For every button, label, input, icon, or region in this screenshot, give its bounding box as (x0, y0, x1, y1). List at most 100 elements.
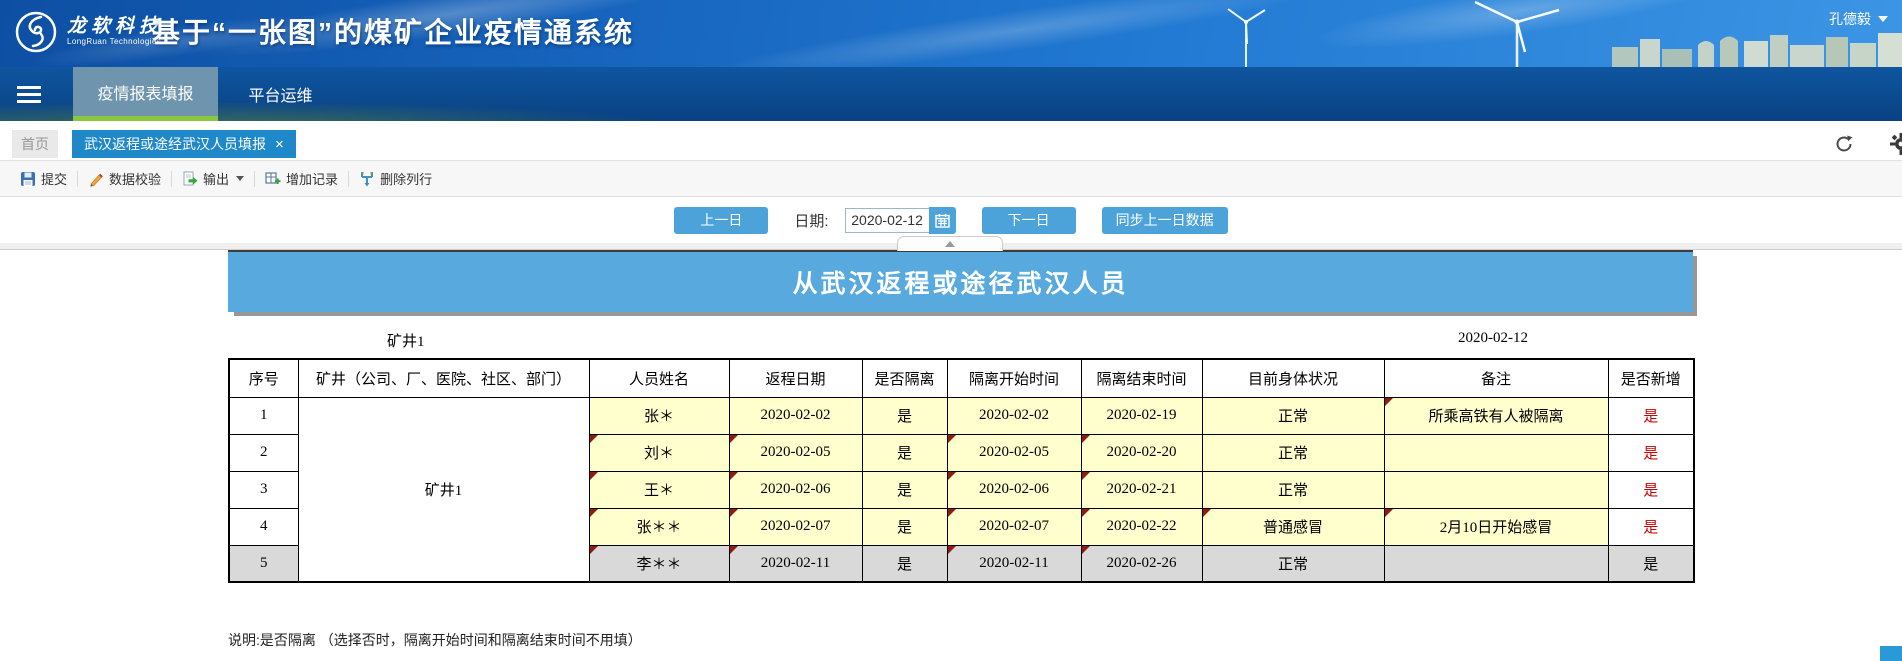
cell-isolation-end[interactable]: 2020-02-19 (1081, 397, 1202, 434)
cell-is-new[interactable]: 是 (1608, 434, 1694, 471)
cell-isolation-start[interactable]: 2020-02-02 (947, 397, 1081, 434)
cell-health-status[interactable]: 正常 (1202, 434, 1384, 471)
nav-tab-epidemic-report[interactable]: 疫情报表填报 (73, 67, 218, 121)
cell-health-status[interactable]: 正常 (1202, 397, 1384, 434)
close-icon[interactable]: × (275, 137, 284, 152)
tab-home[interactable]: 首页 (12, 130, 58, 158)
cell-is-new[interactable]: 是 (1608, 508, 1694, 545)
comment-marker (1385, 398, 1393, 406)
cell-remark[interactable]: 所乘高铁有人被隔离 (1384, 397, 1608, 434)
cell-return-date[interactable]: 2020-02-07 (729, 508, 862, 545)
cell-person-name[interactable]: 刘＊ (589, 434, 729, 471)
comment-marker (590, 435, 598, 443)
column-header: 是否隔离 (862, 359, 947, 397)
column-header: 人员姓名 (589, 359, 729, 397)
cell-seq[interactable]: 3 (229, 471, 298, 508)
column-header: 返程日期 (729, 359, 862, 397)
cell-health-status[interactable]: 正常 (1202, 545, 1384, 582)
export-icon (182, 171, 198, 187)
tab-label: 武汉返程或途经武汉人员填报 (84, 134, 266, 154)
menu-icon[interactable] (17, 86, 41, 103)
cell-isolation-end[interactable]: 2020-02-21 (1081, 471, 1202, 508)
dragon-logo-icon (14, 9, 58, 55)
column-header: 矿井（公司、厂、医院、社区、部门） (298, 359, 589, 397)
cell-person-name[interactable]: 张＊ (589, 397, 729, 434)
cell-is-new[interactable]: 是 (1608, 545, 1694, 582)
comment-marker (948, 509, 956, 517)
company-logo: 龙软科技 LongRuan Technologies (14, 9, 163, 55)
cell-remark[interactable]: 2月10日开始感冒 (1384, 508, 1608, 545)
tool-label: 数据校验 (109, 169, 161, 188)
wind-turbine-icon (1455, 0, 1575, 67)
column-header: 隔离开始时间 (947, 359, 1081, 397)
user-name: 孔德毅 (1829, 9, 1871, 29)
refresh-icon[interactable] (1834, 134, 1854, 154)
nav-tab-platform-ops[interactable]: 平台运维 (218, 67, 343, 121)
cell-person-name[interactable]: 李＊＊ (589, 545, 729, 582)
cell-isolated[interactable]: 是 (862, 397, 947, 434)
cell-is-new[interactable]: 是 (1608, 397, 1694, 434)
cell-return-date[interactable]: 2020-02-06 (729, 471, 862, 508)
header-row: 序号矿井（公司、厂、医院、社区、部门）人员姓名返程日期是否隔离隔离开始时间隔离结… (229, 359, 1694, 397)
cell-return-date[interactable]: 2020-02-05 (729, 434, 862, 471)
cell-person-name[interactable]: 王＊ (589, 471, 729, 508)
sheet-title-banner: 从武汉返程或途径武汉人员 (228, 250, 1693, 312)
tab-wuhan-return-report[interactable]: 武汉返程或途经武汉人员填报 × (72, 130, 296, 158)
gear-icon[interactable] (1890, 133, 1902, 155)
comment-marker (1082, 509, 1090, 517)
cell-isolation-end[interactable]: 2020-02-20 (1081, 434, 1202, 471)
cell-remark[interactable] (1384, 471, 1608, 508)
cell-isolated[interactable]: 是 (862, 545, 947, 582)
sheet-date: 2020-02-12 (1458, 330, 1528, 347)
sheet-toolbar: 提交 数据校验 输出 增加记录 (0, 160, 1902, 197)
cell-health-status[interactable]: 正常 (1202, 471, 1384, 508)
collapse-panel-handle[interactable] (897, 236, 1003, 251)
document-tabbar: 首页 武汉返程或途经武汉人员填报 × (0, 121, 1902, 160)
cell-seq[interactable]: 2 (229, 434, 298, 471)
wind-turbine-icon (1208, 6, 1284, 67)
delete-rows-button[interactable]: 删除列行 (349, 169, 442, 188)
cell-seq[interactable]: 1 (229, 397, 298, 434)
cell-seq[interactable]: 4 (229, 508, 298, 545)
sheet-table-body: 1矿井1张＊2020-02-02是2020-02-022020-02-19正常所… (229, 397, 1694, 582)
cell-isolation-start[interactable]: 2020-02-06 (947, 471, 1081, 508)
cell-isolation-end[interactable]: 2020-02-22 (1081, 508, 1202, 545)
validate-icon (88, 171, 104, 187)
calendar-icon (935, 213, 950, 228)
cell-return-date[interactable]: 2020-02-02 (729, 397, 862, 434)
cell-health-status[interactable]: 普通感冒 (1202, 508, 1384, 545)
cell-remark[interactable] (1384, 434, 1608, 471)
calendar-button[interactable] (929, 207, 956, 234)
tool-label: 增加记录 (286, 169, 338, 188)
sync-previous-day-button[interactable]: 同步上一日数据 (1102, 207, 1228, 234)
user-menu[interactable]: 孔德毅 (1829, 9, 1888, 29)
comment-marker (1082, 472, 1090, 480)
cell-isolated[interactable]: 是 (862, 508, 947, 545)
cell-isolation-start[interactable]: 2020-02-11 (947, 545, 1081, 582)
next-day-button[interactable]: 下一日 (982, 207, 1076, 234)
export-button[interactable]: 输出 (172, 169, 254, 188)
tool-label: 删除列行 (380, 169, 432, 188)
date-input[interactable] (845, 208, 929, 233)
add-record-button[interactable]: 增加记录 (255, 169, 348, 188)
cell-isolation-end[interactable]: 2020-02-26 (1081, 545, 1202, 582)
validate-data-button[interactable]: 数据校验 (78, 169, 171, 188)
cell-return-date[interactable]: 2020-02-11 (729, 545, 862, 582)
cell-isolated[interactable]: 是 (862, 434, 947, 471)
cell-isolation-start[interactable]: 2020-02-05 (947, 434, 1081, 471)
date-label: 日期: (794, 210, 828, 231)
comment-marker (948, 435, 956, 443)
cell-isolated[interactable]: 是 (862, 471, 947, 508)
cell-remark[interactable] (1384, 545, 1608, 582)
submit-button[interactable]: 提交 (10, 169, 77, 188)
cell-seq[interactable]: 5 (229, 545, 298, 582)
cell-is-new[interactable]: 是 (1608, 471, 1694, 508)
chevron-up-icon (945, 241, 955, 247)
cell-isolation-start[interactable]: 2020-02-07 (947, 508, 1081, 545)
column-header: 序号 (229, 359, 298, 397)
cell-person-name[interactable]: 张＊＊ (589, 508, 729, 545)
cell-mine[interactable]: 矿井1 (298, 397, 589, 582)
prev-day-button[interactable]: 上一日 (674, 207, 768, 234)
corner-widget[interactable] (1880, 646, 1902, 661)
column-header: 目前身体状况 (1202, 359, 1384, 397)
